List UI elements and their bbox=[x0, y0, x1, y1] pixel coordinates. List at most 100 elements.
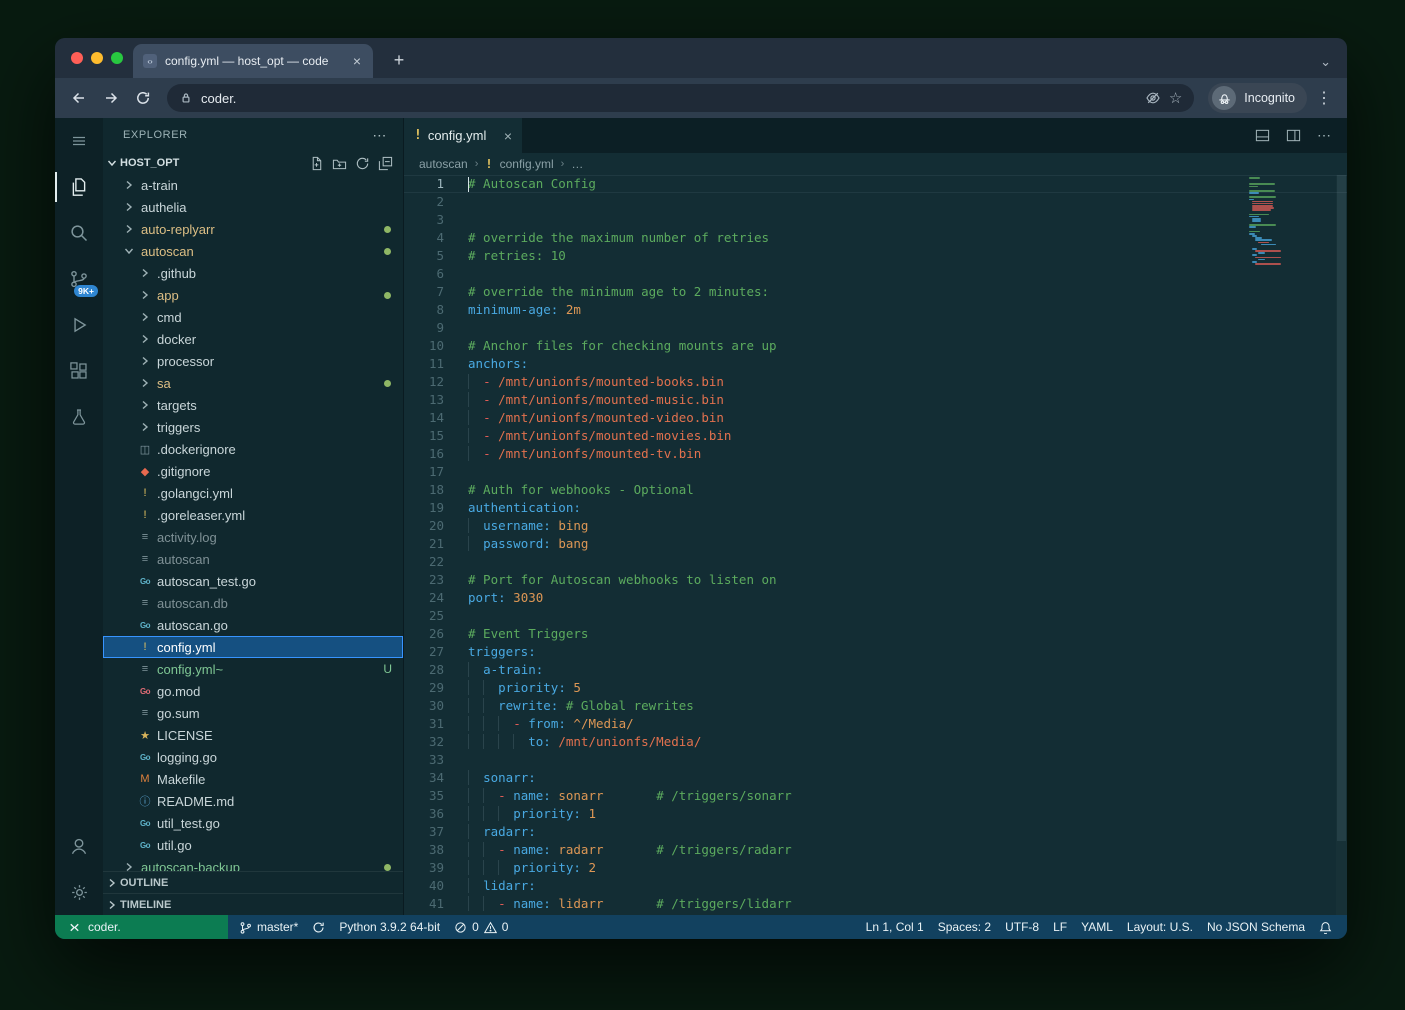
tree-item-processor[interactable]: processor bbox=[103, 350, 403, 372]
code-area[interactable]: 1# Autoscan Config234# override the maxi… bbox=[404, 175, 1347, 915]
close-tab-icon[interactable]: × bbox=[504, 128, 512, 144]
sync-changes-button[interactable] bbox=[305, 921, 332, 934]
code-line-9[interactable]: 9 bbox=[404, 319, 1347, 337]
tree-item-util-test-go[interactable]: Goutil_test.go bbox=[103, 812, 403, 834]
browser-menu-icon[interactable]: ⋮ bbox=[1311, 88, 1337, 108]
code-line-17[interactable]: 17 bbox=[404, 463, 1347, 481]
layout-icon[interactable] bbox=[1255, 128, 1270, 143]
editor-tab-config-yml[interactable]: ! config.yml × bbox=[404, 118, 522, 153]
tree-item-makefile[interactable]: MMakefile bbox=[103, 768, 403, 790]
git-branch-status[interactable]: master* bbox=[232, 920, 305, 934]
code-line-3[interactable]: 3 bbox=[404, 211, 1347, 229]
code-line-6[interactable]: 6 bbox=[404, 265, 1347, 283]
code-line-34[interactable]: 34 sonarr: bbox=[404, 769, 1347, 787]
breadcrumb-file[interactable]: config.yml bbox=[500, 157, 554, 171]
tree-item-config-yml[interactable]: !config.yml bbox=[103, 636, 403, 658]
tree-item-autoscan-test-go[interactable]: Goautoscan_test.go bbox=[103, 570, 403, 592]
json-schema-status[interactable]: No JSON Schema bbox=[1200, 920, 1312, 934]
code-line-41[interactable]: 41 - name: lidarr # /triggers/lidarr bbox=[404, 895, 1347, 913]
vertical-scrollbar[interactable] bbox=[1336, 175, 1347, 915]
tree-item-auto-replyarr[interactable]: auto-replyarr bbox=[103, 218, 403, 240]
keyboard-layout-status[interactable]: Layout: U.S. bbox=[1120, 920, 1200, 934]
code-line-22[interactable]: 22 bbox=[404, 553, 1347, 571]
testing-beaker-icon[interactable] bbox=[55, 394, 103, 440]
breadcrumb-symbol[interactable]: … bbox=[571, 157, 583, 171]
code-line-30[interactable]: 30 rewrite: # Global rewrites bbox=[404, 697, 1347, 715]
tree-item-activity-log[interactable]: ≡activity.log bbox=[103, 526, 403, 548]
code-line-13[interactable]: 13 - /mnt/unionfs/mounted-music.bin bbox=[404, 391, 1347, 409]
eol-status[interactable]: LF bbox=[1046, 920, 1074, 934]
tree-item-a-train[interactable]: a-train bbox=[103, 174, 403, 196]
code-line-32[interactable]: 32 to: /mnt/unionfs/Media/ bbox=[404, 733, 1347, 751]
notifications-bell-icon[interactable] bbox=[1312, 921, 1339, 934]
tree-item-autoscan-go[interactable]: Goautoscan.go bbox=[103, 614, 403, 636]
browser-tab[interactable]: ‹› config.yml — host_opt — code × bbox=[133, 44, 373, 78]
code-line-35[interactable]: 35 - name: sonarr # /triggers/sonarr bbox=[404, 787, 1347, 805]
cursor-position-status[interactable]: Ln 1, Col 1 bbox=[859, 920, 931, 934]
tab-close-icon[interactable]: × bbox=[351, 54, 363, 68]
problems-status[interactable]: 0 0 bbox=[447, 920, 515, 934]
tree-item-github[interactable]: .github bbox=[103, 262, 403, 284]
search-icon[interactable] bbox=[55, 210, 103, 256]
code-line-33[interactable]: 33 bbox=[404, 751, 1347, 769]
code-line-40[interactable]: 40 lidarr: bbox=[404, 877, 1347, 895]
tree-item-go-sum[interactable]: ≡go.sum bbox=[103, 702, 403, 724]
new-folder-icon[interactable] bbox=[332, 156, 347, 171]
tree-item-dockerignore[interactable]: ◫.dockerignore bbox=[103, 438, 403, 460]
account-icon[interactable] bbox=[55, 823, 103, 869]
tree-item-sa[interactable]: sa bbox=[103, 372, 403, 394]
reload-button[interactable] bbox=[129, 84, 157, 112]
code-line-29[interactable]: 29 priority: 5 bbox=[404, 679, 1347, 697]
code-line-4[interactable]: 4# override the maximum number of retrie… bbox=[404, 229, 1347, 247]
explorer-more-actions-icon[interactable]: ⋯ bbox=[372, 127, 387, 144]
code-line-21[interactable]: 21 password: bang bbox=[404, 535, 1347, 553]
code-line-7[interactable]: 7# override the minimum age to 2 minutes… bbox=[404, 283, 1347, 301]
code-line-24[interactable]: 24port: 3030 bbox=[404, 589, 1347, 607]
more-actions-icon[interactable]: ⋯ bbox=[1317, 127, 1331, 144]
code-line-25[interactable]: 25 bbox=[404, 607, 1347, 625]
minimap[interactable] bbox=[1249, 175, 1335, 915]
code-line-20[interactable]: 20 username: bing bbox=[404, 517, 1347, 535]
tree-item-autoscan[interactable]: autoscan bbox=[103, 240, 403, 262]
tree-item-gitignore[interactable]: ◆.gitignore bbox=[103, 460, 403, 482]
code-line-39[interactable]: 39 priority: 2 bbox=[404, 859, 1347, 877]
tree-item-docker[interactable]: docker bbox=[103, 328, 403, 350]
tree-item-golangci-yml[interactable]: !.golangci.yml bbox=[103, 482, 403, 504]
code-line-2[interactable]: 2 bbox=[404, 193, 1347, 211]
code-line-10[interactable]: 10# Anchor files for checking mounts are… bbox=[404, 337, 1347, 355]
address-bar[interactable]: coder. ☆ bbox=[167, 84, 1194, 112]
tree-item-autoscan-backup[interactable]: autoscan-backup bbox=[103, 856, 403, 871]
source-control-icon[interactable]: 9K+ bbox=[55, 256, 103, 302]
python-interpreter-status[interactable]: Python 3.9.2 64-bit bbox=[332, 920, 447, 934]
zoom-window-button[interactable] bbox=[111, 52, 123, 64]
tree-item-authelia[interactable]: authelia bbox=[103, 196, 403, 218]
code-line-18[interactable]: 18# Auth for webhooks - Optional bbox=[404, 481, 1347, 499]
eye-blocked-icon[interactable] bbox=[1145, 90, 1161, 106]
code-line-1[interactable]: 1# Autoscan Config bbox=[404, 175, 1347, 193]
code-line-8[interactable]: 8minimum-age: 2m bbox=[404, 301, 1347, 319]
new-file-icon[interactable] bbox=[309, 156, 324, 171]
new-tab-button[interactable]: + bbox=[387, 48, 411, 72]
close-window-button[interactable] bbox=[71, 52, 83, 64]
extensions-icon[interactable] bbox=[55, 348, 103, 394]
run-debug-icon[interactable] bbox=[55, 302, 103, 348]
collapse-all-icon[interactable] bbox=[378, 156, 393, 171]
timeline-section-header[interactable]: TIMELINE bbox=[103, 893, 403, 915]
code-line-36[interactable]: 36 priority: 1 bbox=[404, 805, 1347, 823]
code-line-27[interactable]: 27triggers: bbox=[404, 643, 1347, 661]
refresh-icon[interactable] bbox=[355, 156, 370, 171]
tree-item-autoscan-db[interactable]: ≡autoscan.db bbox=[103, 592, 403, 614]
code-line-16[interactable]: 16 - /mnt/unionfs/mounted-tv.bin bbox=[404, 445, 1347, 463]
code-line-12[interactable]: 12 - /mnt/unionfs/mounted-books.bin bbox=[404, 373, 1347, 391]
code-line-28[interactable]: 28 a-train: bbox=[404, 661, 1347, 679]
tree-item-triggers[interactable]: triggers bbox=[103, 416, 403, 438]
split-editor-icon[interactable] bbox=[1286, 128, 1301, 143]
tree-item-autoscan[interactable]: ≡autoscan bbox=[103, 548, 403, 570]
indentation-status[interactable]: Spaces: 2 bbox=[931, 920, 998, 934]
code-line-11[interactable]: 11anchors: bbox=[404, 355, 1347, 373]
code-line-37[interactable]: 37 radarr: bbox=[404, 823, 1347, 841]
bookmark-star-icon[interactable]: ☆ bbox=[1169, 89, 1182, 107]
scrollbar-thumb[interactable] bbox=[1337, 175, 1346, 841]
code-line-15[interactable]: 15 - /mnt/unionfs/mounted-movies.bin bbox=[404, 427, 1347, 445]
language-mode-status[interactable]: YAML bbox=[1074, 920, 1120, 934]
